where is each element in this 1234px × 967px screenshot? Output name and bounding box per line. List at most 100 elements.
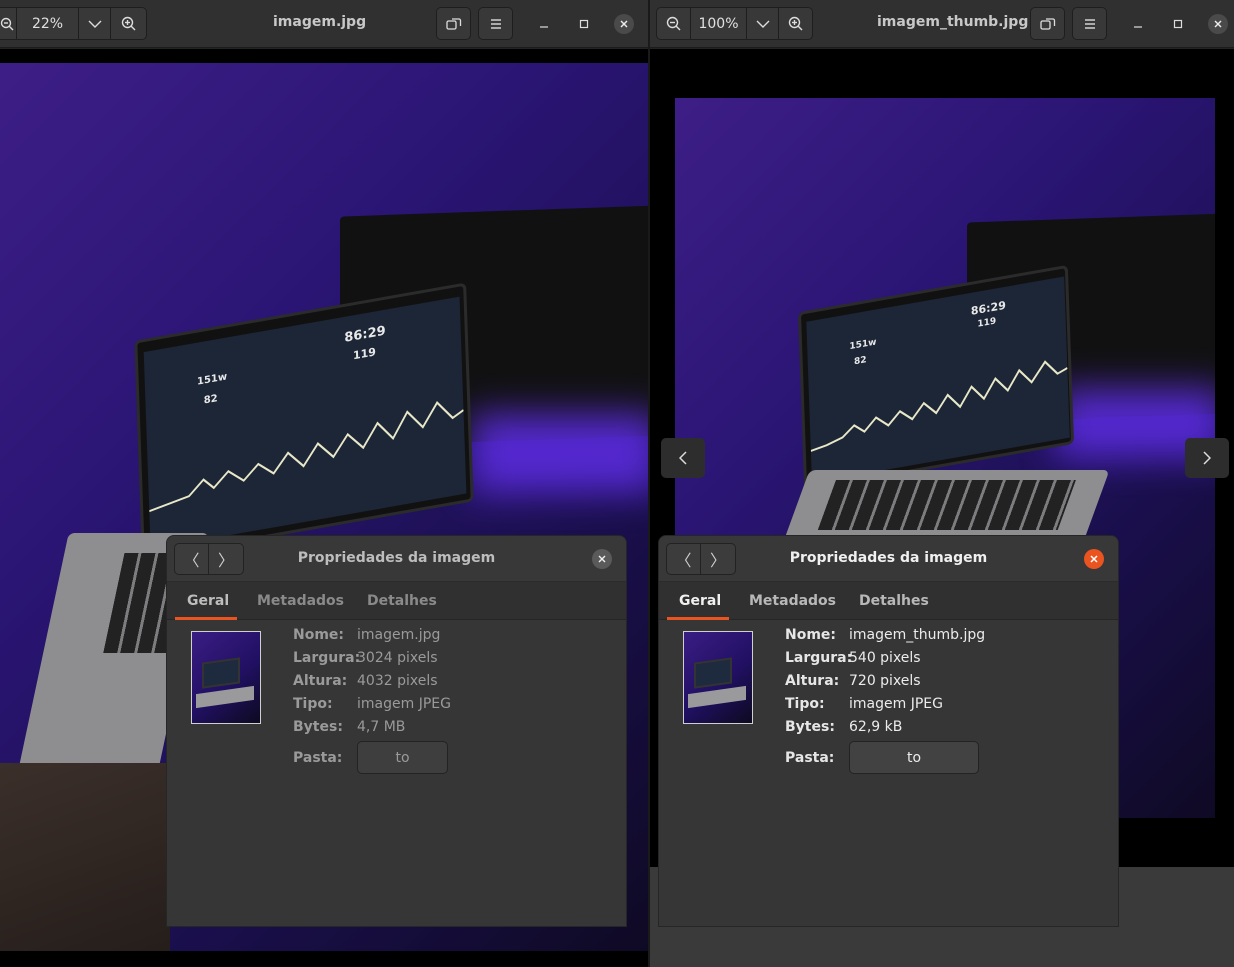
tab-geral[interactable]: Geral <box>679 593 721 609</box>
tab-geral[interactable]: Geral <box>187 593 229 609</box>
dialog-tabs: Geral Metadados Detalhes <box>167 582 626 620</box>
photo-dashboard: 151w 82 86:29 119 <box>143 296 467 549</box>
header-bar: 100% imagem_thumb.jpg <box>650 0 1234 48</box>
rotate-button[interactable] <box>436 7 471 40</box>
zoom-in-icon <box>121 16 136 31</box>
image-thumbnail <box>191 631 261 724</box>
dialog-header: 〈 〉 Propriedades da imagem <box>167 536 626 582</box>
zoom-in-button[interactable] <box>779 8 812 39</box>
type-label: Tipo: <box>293 696 333 712</box>
close-window-button[interactable] <box>1208 14 1228 34</box>
tab-detalhes[interactable]: Detalhes <box>367 593 437 609</box>
height-value: 4032 pixels <box>357 673 438 689</box>
type-value: imagem JPEG <box>357 696 451 712</box>
width-value: 540 pixels <box>849 650 921 666</box>
photo-hr: 82 <box>853 355 867 368</box>
name-label: Nome: <box>293 627 345 643</box>
folder-button[interactable]: to <box>357 741 448 774</box>
zoom-out-button[interactable] <box>0 8 17 39</box>
zoom-dropdown-button[interactable] <box>79 8 111 39</box>
close-icon <box>1090 555 1098 563</box>
height-label: Altura: <box>293 673 348 689</box>
close-window-button[interactable] <box>614 14 634 34</box>
photo-power: 151w <box>196 371 228 388</box>
viewer-window-left: 22% imagem.jpg 151w 82 86:29 119 〈 〉 Pro… <box>0 0 648 967</box>
photo-desk <box>0 763 170 951</box>
close-icon <box>598 555 606 563</box>
chevron-left-icon <box>679 451 687 465</box>
bytes-value: 62,9 kB <box>849 719 903 735</box>
menu-button[interactable] <box>478 7 513 40</box>
photo-graph <box>810 360 1068 452</box>
zoom-in-button[interactable] <box>111 8 146 39</box>
photo-laptop-screen: 151w 82 86:29 119 <box>134 282 474 560</box>
close-icon <box>1214 20 1222 28</box>
minimize-button[interactable] <box>534 14 554 34</box>
zoom-in-icon <box>788 16 803 31</box>
photo-graph <box>149 401 465 513</box>
dialog-title: Propriedades da imagem <box>789 550 988 566</box>
photo-cadence: 119 <box>352 345 377 363</box>
width-value: 3024 pixels <box>357 650 438 666</box>
folder-label: Pasta: <box>293 750 343 766</box>
maximize-button[interactable] <box>574 14 594 34</box>
rotate-icon <box>445 17 461 30</box>
chevron-right-icon <box>1203 451 1211 465</box>
name-label: Nome: <box>785 627 837 643</box>
rotate-button[interactable] <box>1030 7 1065 40</box>
minimize-button[interactable] <box>1128 14 1148 34</box>
properties-dialog: 〈 〉 Propriedades da imagem Geral Metadad… <box>166 535 627 927</box>
height-label: Altura: <box>785 673 840 689</box>
width-label: Largura: <box>785 650 853 666</box>
type-label: Tipo: <box>785 696 825 712</box>
tab-metadados[interactable]: Metadados <box>257 593 344 609</box>
minimize-icon <box>540 26 548 28</box>
photo-laptop-screen: 151w 82 86:29 119 <box>797 264 1075 492</box>
active-tab-indicator <box>667 617 729 620</box>
hamburger-menu-icon <box>490 18 501 29</box>
properties-dialog: 〈 〉 Propriedades da imagem Geral Metadad… <box>658 535 1119 927</box>
photo-time: 86:29 <box>344 323 386 346</box>
chevron-down-icon <box>88 20 101 28</box>
photo-hr: 82 <box>203 393 218 407</box>
maximize-button[interactable] <box>1168 14 1188 34</box>
header-bar: 22% imagem.jpg <box>0 0 648 48</box>
menu-button[interactable] <box>1072 7 1107 40</box>
bytes-value: 4,7 MB <box>357 719 406 735</box>
previous-image-button[interactable] <box>661 438 705 478</box>
rotate-icon <box>1039 17 1055 30</box>
height-value: 720 pixels <box>849 673 921 689</box>
zoom-level[interactable]: 100% <box>691 8 747 39</box>
photo-cadence: 119 <box>977 316 997 330</box>
type-value: imagem JPEG <box>849 696 943 712</box>
viewer-window-right: 100% imagem_thumb.jpg 151w 82 86:29 119 … <box>650 0 1234 967</box>
zoom-out-icon <box>666 16 681 31</box>
maximize-icon <box>579 19 589 29</box>
dialog-header: 〈 〉 Propriedades da imagem <box>659 536 1118 582</box>
zoom-dropdown-button[interactable] <box>747 8 779 39</box>
active-tab-indicator <box>175 617 237 620</box>
photo-power: 151w <box>849 337 877 353</box>
zoom-control: 100% <box>656 7 813 40</box>
minimize-icon <box>1134 26 1142 28</box>
tab-detalhes[interactable]: Detalhes <box>859 593 929 609</box>
folder-label: Pasta: <box>785 750 835 766</box>
next-image-button[interactable] <box>1185 438 1229 478</box>
folder-button[interactable]: to <box>849 741 979 774</box>
hamburger-menu-icon <box>1084 18 1095 29</box>
photo-glow <box>470 413 648 493</box>
zoom-out-icon <box>0 17 13 30</box>
name-value: imagem_thumb.jpg <box>849 627 986 643</box>
photo-time: 86:29 <box>970 298 1007 318</box>
width-label: Largura: <box>293 650 361 666</box>
dialog-close-button[interactable] <box>1084 549 1104 569</box>
zoom-out-button[interactable] <box>657 8 691 39</box>
bytes-label: Bytes: <box>785 719 835 735</box>
close-icon <box>620 20 628 28</box>
tab-metadados[interactable]: Metadados <box>749 593 836 609</box>
name-value: imagem.jpg <box>357 627 441 643</box>
zoom-level[interactable]: 22% <box>17 8 79 39</box>
window-title: imagem_thumb.jpg <box>877 14 1029 30</box>
dialog-close-button[interactable] <box>592 549 612 569</box>
bytes-label: Bytes: <box>293 719 343 735</box>
